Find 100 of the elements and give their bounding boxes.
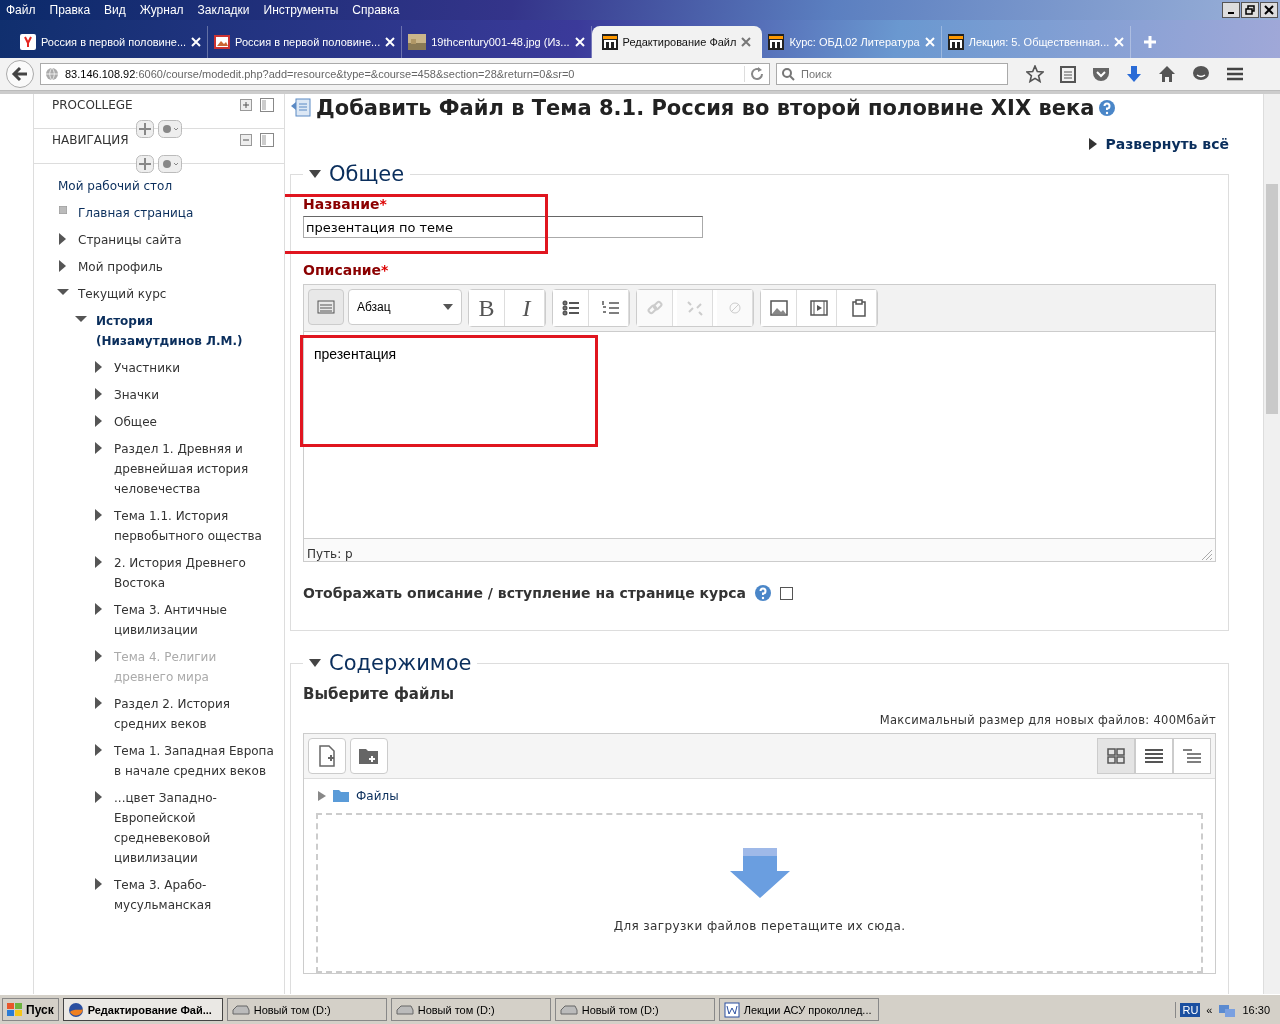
dock-icon[interactable] [260,98,274,112]
navigation-item[interactable]: Страницы сайта [78,230,238,250]
checkbox[interactable] [779,586,793,600]
navigation-item[interactable]: Тема 1. Западная Европа в начале средних веков [114,741,274,781]
image-icon [214,34,231,50]
expand-icon[interactable] [240,99,252,111]
navigation-item[interactable]: История (Низамутдинов Л.М.) [96,311,256,351]
add-file-icon [317,745,337,767]
taskbar-button[interactable]: Новый том (D:) [226,998,387,1021]
back-button[interactable] [6,60,34,88]
create-folder-button[interactable] [350,738,388,774]
list-view-button[interactable] [1135,738,1173,774]
menu-item[interactable]: Правка [49,3,91,17]
format-dropdown[interactable]: Абзац [348,289,462,325]
icon-view-button[interactable] [1097,738,1135,774]
editor-text[interactable]: презентация [304,332,1215,538]
max-size-note: Максимальный размер для новых файлов: 400Мбайт [878,713,1216,727]
image-icon [768,298,789,318]
menu-item[interactable]: Вид [104,3,126,17]
taskbar-button[interactable]: Новый том (D:) [554,998,715,1021]
navigation-item[interactable]: Тема 3. Античные цивилизации [114,600,274,640]
tray-expand[interactable]: « [1206,1003,1213,1016]
address-field[interactable]: 83.146.108.92:6060/course/modedit.php?add=resource&type=&course=458&section=28&return=0&sr=0 [40,63,770,85]
taskbar-button[interactable]: Новый том (D:) [390,998,551,1021]
url-text: 83.146.108.92:6060/course/modedit.php?add=resource&type=&course=458&section=28&return=0&sr=0 [65,68,576,80]
navigation-item[interactable]: 2. История Древнего Востока [114,553,274,593]
navigation-item[interactable]: Главная страница [78,203,238,223]
folder-icon [332,789,350,803]
close-button[interactable] [1260,2,1278,18]
chat-icon[interactable] [1192,65,1210,83]
taskbar-button[interactable]: Редактирование Фай... [62,998,223,1021]
moodle-m-icon [947,34,964,50]
new-tab-icon[interactable] [1143,35,1158,49]
star-icon[interactable] [1026,65,1044,83]
help-icon[interactable] [753,584,772,602]
menu-item[interactable]: Справка [352,3,400,17]
gear-menu-icon[interactable] [158,120,182,138]
menu-icon[interactable] [1226,66,1244,82]
help-icon[interactable] [1098,99,1117,117]
navigation-item[interactable]: Общее [114,412,274,432]
tree-view-button[interactable] [1173,738,1211,774]
editor-path: Путь: p [307,547,353,561]
folder-name[interactable]: Файлы [356,789,399,803]
toggle-icon [316,297,336,317]
dock-icon[interactable] [260,133,274,147]
navigation-item[interactable]: Тема 3. Арабо-мусульманская [114,875,274,915]
section-toggle[interactable]: Содержимое [303,651,478,675]
bold-button[interactable]: B [469,290,505,326]
windows-flag-icon [7,1002,23,1017]
collapsed-arrow-icon[interactable] [318,791,326,801]
home-icon[interactable] [1158,65,1176,83]
search-icon [781,67,795,81]
pocket-icon[interactable] [1092,66,1110,82]
scrollbar[interactable] [1263,94,1280,994]
navigation-item[interactable]: Раздел 2. История средних веков [114,694,274,734]
taskbar-button[interactable]: Лекции АСУ проколлед... [718,998,879,1021]
gear-menu-icon[interactable] [158,155,182,173]
clock: 16:30 [1242,1003,1271,1016]
add-file-button[interactable] [308,738,346,774]
move-icon[interactable] [136,120,154,138]
navigation-item[interactable]: ...цвет Западно-Европейской средневековой цивилизации [114,788,274,868]
navigation-item[interactable]: Тема 1.1. История первобытного ощества [114,506,274,546]
media-icon [808,298,829,318]
minimize-button[interactable] [1222,2,1240,18]
menu-item[interactable]: Журнал [139,3,184,17]
bullets-button[interactable] [553,290,589,326]
language-indicator[interactable]: RU [1180,1002,1201,1017]
section-toggle[interactable]: Общее [303,162,411,186]
reload-icon[interactable] [744,66,765,82]
expand-all-link[interactable]: Развернуть всё [1089,136,1229,152]
menu-item[interactable]: Инструменты [263,3,339,17]
navigation-item[interactable]: Мой профиль [78,257,238,277]
name-input[interactable]: презентация по теме [303,216,703,238]
drop-hint: Для загрузки файлов перетащите их сюда. [613,919,906,933]
drive-icon [395,1003,414,1016]
expanded-arrow-icon [309,169,321,179]
navigation-item[interactable]: Текущий курс [78,284,238,304]
download-icon[interactable] [1126,65,1142,83]
menu-item[interactable]: Закладки [197,3,250,17]
restore-button[interactable] [1241,2,1259,18]
search-field[interactable]: Поиск [776,63,1008,85]
image-button[interactable] [761,290,797,326]
browser-tab[interactable]: Редактирование Файл [591,26,763,58]
navigation-item[interactable]: Раздел 1. Древняя и древнейшая история человечества [114,439,274,499]
close-icon [1264,5,1274,15]
navigation-item[interactable]: Значки [114,385,274,405]
navigation-item[interactable]: Участники [114,358,274,378]
drop-zone[interactable]: Для загрузки файлов перетащите их сюда. [316,813,1203,973]
menu-item[interactable]: Файл [6,3,36,17]
bullet-icon [59,206,67,214]
toggle-button[interactable] [308,289,344,325]
download-arrow-icon [728,847,791,899]
start-button[interactable]: Пуск [2,998,59,1021]
add-folder-icon [358,746,380,766]
move-icon[interactable] [136,155,154,173]
reading-list-icon[interactable] [1060,65,1076,83]
resize-grip-icon[interactable] [1199,547,1213,561]
navigation-item[interactable]: Мой рабочий стол [58,176,258,196]
file-icon [290,98,312,118]
list-icon [1144,748,1164,764]
